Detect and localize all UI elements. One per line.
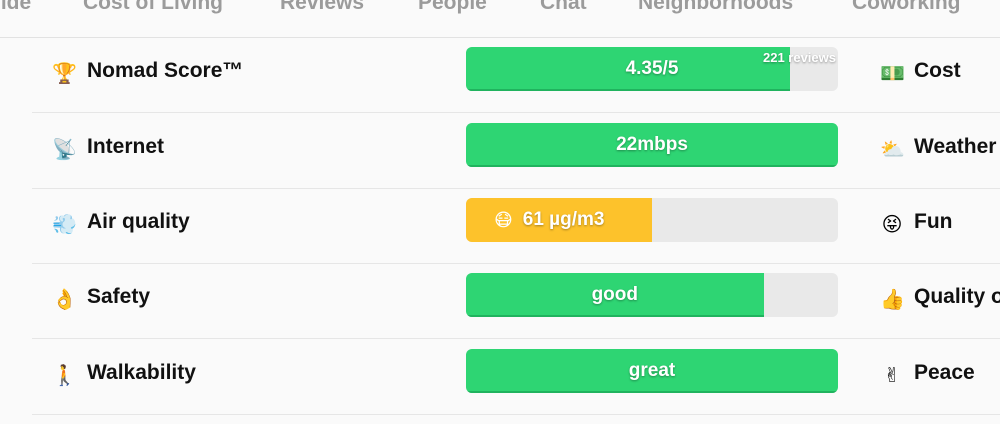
score-row-air-quality: 💨 Air quality 😷 61 µg/m3 😝 Fun — [32, 188, 1000, 264]
row-label: Safety — [87, 285, 151, 308]
row-label-right: Cost — [914, 59, 961, 82]
row-label-right: Fun — [914, 210, 953, 233]
score-row-nomad-score: 🏆 Nomad Score™ 4.35/5 221 reviews 💵 Cost — [32, 37, 1000, 113]
tab-people[interactable]: People — [418, 0, 487, 15]
score-row-safety: 👌 Safety good 👍 Quality of — [32, 263, 1000, 339]
row-label: Internet — [87, 135, 165, 158]
internet-bar-text: 22mbps — [616, 134, 688, 155]
score-row-internet: 📡 Internet 22mbps ⛅ Weather — [32, 113, 1000, 189]
face-mask-icon: 😷 — [494, 209, 513, 231]
walkability-bar-text: great — [628, 360, 676, 381]
tab-guide[interactable]: uide — [0, 0, 31, 15]
row-label: Air quality — [87, 210, 190, 233]
tab-reviews[interactable]: Reviews — [280, 0, 364, 15]
score-bar[interactable]: 4.35/5 221 reviews — [466, 47, 838, 91]
tab-chat[interactable]: Chat — [540, 0, 587, 15]
air-puff-icon: 💨 — [52, 212, 77, 236]
trophy-icon: 🏆 — [52, 61, 77, 85]
safety-bar[interactable]: good — [466, 273, 838, 317]
tab-coworking[interactable]: Coworking — [852, 0, 961, 15]
row-label-right: Peace — [914, 361, 975, 384]
section-tabs: uide Cost of Living Reviews People Chat … — [0, 0, 1000, 38]
air-quality-bar[interactable]: 😷 61 µg/m3 — [466, 198, 838, 242]
row-label-right: Weather — [914, 135, 997, 158]
score-row-walkability: 🚶 Walkability great ✌ Peace — [32, 339, 1000, 415]
weather-cloud-icon: ⛅ — [880, 137, 905, 161]
row-label: Walkability — [87, 361, 196, 384]
money-icon: 💵 — [880, 61, 905, 85]
air-quality-bar-text: 😷 61 µg/m3 — [466, 198, 652, 242]
tongue-face-icon: 😝 — [881, 212, 903, 236]
row-label: Nomad Score™ — [87, 59, 244, 82]
row-label-right: Quality of — [914, 285, 1000, 308]
satellite-dish-icon: 📡 — [52, 137, 77, 161]
tab-cost-of-living[interactable]: Cost of Living — [83, 0, 223, 15]
walking-person-icon: 🚶 — [52, 363, 77, 387]
reviews-count-link[interactable]: 221 reviews — [763, 50, 836, 65]
internet-bar[interactable]: 22mbps — [466, 123, 838, 167]
walkability-bar[interactable]: great — [466, 349, 838, 393]
safety-bar-text: good — [591, 284, 639, 305]
air-quality-value: 61 µg/m3 — [522, 209, 605, 230]
peace-hand-icon: ✌ — [883, 363, 901, 387]
ok-hand-icon: 👌 — [52, 287, 77, 311]
tab-neighborhoods[interactable]: Neighborhoods — [638, 0, 793, 15]
thumbs-up-icon: 👍 — [880, 287, 905, 311]
